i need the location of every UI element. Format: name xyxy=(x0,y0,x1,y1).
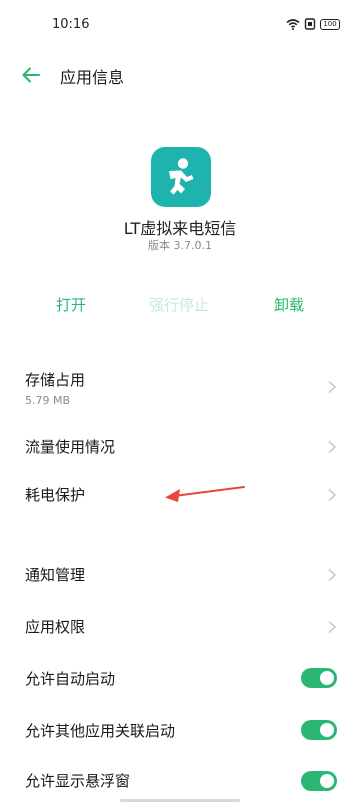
app-icon xyxy=(151,147,211,207)
app-name: LT虚拟来电短信 xyxy=(123,219,237,238)
floating-window-label: 允许显示悬浮窗 xyxy=(25,772,131,790)
toggle-knob xyxy=(320,723,334,737)
settings-row-auto-start: 允许自动启动 xyxy=(0,656,360,700)
app-version: 版本 3.7.0.1 xyxy=(148,239,212,252)
battery-icon: 100 xyxy=(320,18,340,30)
chevron-right-icon xyxy=(328,380,337,394)
uninstall-button[interactable]: 卸载 xyxy=(274,294,304,315)
header: 应用信息 xyxy=(0,52,360,98)
status-bar: 10:16 100 xyxy=(0,0,360,52)
chevron-right-icon xyxy=(328,440,337,454)
notifications-label: 通知管理 xyxy=(25,566,86,584)
settings-row-notifications[interactable]: 通知管理 xyxy=(0,552,360,596)
app-info-screen: 10:16 100 应用信息 LT虚拟来电短信 版本 3.7.0.1 打开 强行… xyxy=(0,0,360,805)
chevron-right-icon xyxy=(328,620,337,634)
auto-start-toggle[interactable] xyxy=(301,668,337,688)
chevron-right-icon xyxy=(328,568,337,582)
sim-icon xyxy=(304,18,316,30)
status-time: 10:16 xyxy=(52,17,90,32)
associated-start-toggle[interactable] xyxy=(301,720,337,740)
battery-protection-label: 耗电保护 xyxy=(25,486,86,504)
annotation-arrow-icon xyxy=(165,486,245,502)
page-title: 应用信息 xyxy=(60,68,125,87)
battery-level: 100 xyxy=(323,19,337,28)
settings-row-data-usage[interactable]: 流量使用情况 xyxy=(0,424,360,468)
settings-row-permissions[interactable]: 应用权限 xyxy=(0,604,360,648)
storage-value: 5.79 MB xyxy=(25,394,71,407)
back-button[interactable] xyxy=(18,62,44,88)
chevron-right-icon xyxy=(328,488,337,502)
permissions-label: 应用权限 xyxy=(25,618,86,636)
data-usage-label: 流量使用情况 xyxy=(25,438,116,456)
settings-row-floating-window: 允许显示悬浮窗 xyxy=(0,760,360,800)
aim-running-man-icon xyxy=(169,158,194,195)
toggle-knob xyxy=(320,774,334,788)
auto-start-label: 允许自动启动 xyxy=(25,670,116,688)
storage-label: 存储占用 xyxy=(25,371,86,389)
status-icons: 100 xyxy=(286,17,340,31)
toggle-knob xyxy=(320,671,334,685)
open-button[interactable]: 打开 xyxy=(56,294,86,315)
force-stop-button[interactable]: 强行停止 xyxy=(149,294,209,315)
floating-window-toggle[interactable] xyxy=(301,771,337,791)
arrow-left-icon xyxy=(22,67,40,83)
settings-row-associated-start: 允许其他应用关联启动 xyxy=(0,708,360,752)
wifi-icon xyxy=(286,19,300,30)
home-indicator xyxy=(120,799,240,802)
settings-row-storage[interactable]: 存储占用 5.79 MB xyxy=(0,360,360,416)
associated-start-label: 允许其他应用关联启动 xyxy=(25,722,176,740)
